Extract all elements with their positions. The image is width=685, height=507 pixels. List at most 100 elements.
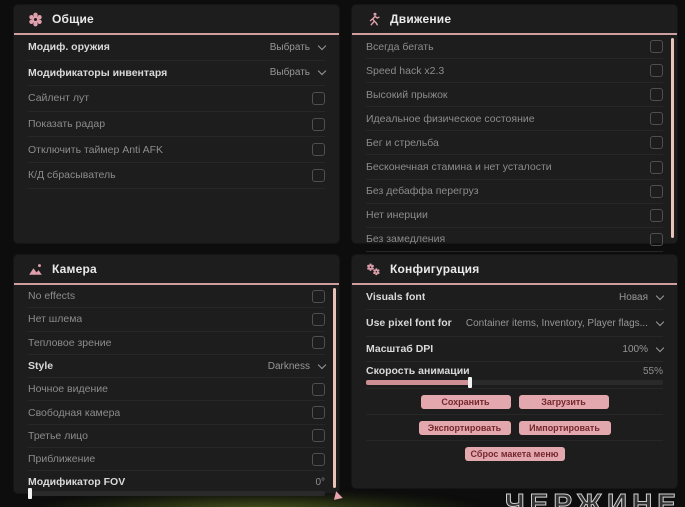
no-slowdown-checkbox[interactable] xyxy=(650,232,663,246)
free-camera-checkbox[interactable] xyxy=(312,406,325,420)
speed-hack-checkbox[interactable] xyxy=(650,64,663,78)
row-label: Всегда бегать xyxy=(366,40,434,53)
thermal-vision-checkbox[interactable] xyxy=(312,336,325,350)
row-no-inertia: Нет инерции xyxy=(366,204,663,228)
chevron-down-icon xyxy=(655,291,665,300)
row-label: Показать радар xyxy=(28,118,106,131)
export-button[interactable]: Экспортировать xyxy=(418,420,511,435)
panel-title: Камера xyxy=(52,262,97,276)
panel-title: Конфигурация xyxy=(390,262,480,276)
dropdown-value: Новая xyxy=(619,291,648,303)
anti-afk-timer-checkbox[interactable] xyxy=(312,143,325,157)
row-no-helmet: Нет шлема xyxy=(28,308,325,332)
row-free-camera: Свободная камера xyxy=(28,401,325,425)
row-no-overload-debuff: Без дебаффа перегруз xyxy=(366,180,663,204)
import-button[interactable]: Импортировать xyxy=(518,420,611,435)
row-silent-loot: Сайлент лут xyxy=(28,86,325,112)
row-run-and-gun: Бег и стрельба xyxy=(366,131,663,156)
row-label: Без дебаффа перегруз xyxy=(366,185,479,198)
panel-general-header[interactable]: Общие xyxy=(14,5,339,35)
row-thermal-vision: Тепловое зрение xyxy=(28,332,325,355)
button-row-reset: Сброс макета меню xyxy=(366,441,663,466)
animation-speed-slider-handle[interactable] xyxy=(467,377,472,388)
show-radar-checkbox[interactable] xyxy=(312,117,325,131)
kd-resetter-checkbox[interactable] xyxy=(312,168,325,182)
infinite-stamina-checkbox[interactable] xyxy=(650,160,663,174)
panel-general: Общие Модиф. оружия Выбрать Модификаторы… xyxy=(14,5,339,243)
row-style: Style Darkness xyxy=(28,355,327,379)
high-jump-checkbox[interactable] xyxy=(650,88,663,102)
row-label: Приближение xyxy=(28,453,96,466)
style-dropdown[interactable]: Darkness xyxy=(267,360,327,372)
row-high-jump: Высокий прыжок xyxy=(366,83,663,108)
row-label: Speed hack x2.3 xyxy=(366,64,445,77)
pixel-font-for-dropdown[interactable]: Container items, Inventory, Player flags… xyxy=(465,317,665,329)
animation-speed-slider[interactable] xyxy=(366,377,663,388)
camera-scrollbar[interactable] xyxy=(333,288,336,488)
row-no-slowdown: Без замедления xyxy=(366,228,663,252)
panel-movement-header[interactable]: Движение xyxy=(352,5,677,35)
silent-loot-checkbox[interactable] xyxy=(312,91,325,105)
row-weapon-mod: Модиф. оружия Выбрать xyxy=(28,35,327,61)
row-label: Идеальное физическое состояние xyxy=(366,112,535,125)
row-label: Скорость анимации xyxy=(366,365,470,377)
panel-title: Общие xyxy=(52,12,94,26)
no-effects-checkbox[interactable] xyxy=(312,289,325,303)
chevron-down-icon xyxy=(317,41,327,51)
row-no-effects: No effects xyxy=(28,285,325,309)
dropdown-value: Container items, Inventory, Player flags… xyxy=(465,317,648,329)
row-label: Ночное видение xyxy=(28,383,108,396)
row-infinite-stamina: Бесконечная стамина и нет усталости xyxy=(366,155,663,180)
animation-speed-value: 55% xyxy=(642,365,663,377)
row-zoom: Приближение xyxy=(28,448,325,472)
panel-config-header[interactable]: Конфигурация xyxy=(352,255,677,285)
run-and-gun-checkbox[interactable] xyxy=(650,136,663,150)
row-fov-modifier: Модификатор FOV 0° xyxy=(28,471,325,501)
night-vision-checkbox[interactable] xyxy=(312,382,325,396)
row-label: Visuals font xyxy=(366,291,426,303)
button-row-export-import: Экспортировать Импортировать xyxy=(366,415,663,441)
always-run-checkbox[interactable] xyxy=(650,40,663,54)
dropdown-value: Darkness xyxy=(267,360,310,372)
chevron-down-icon xyxy=(655,317,665,326)
inventory-mods-dropdown[interactable]: Выбрать xyxy=(269,67,327,79)
zoom-checkbox[interactable] xyxy=(312,452,325,466)
button-row-save-load: Сохранить Загрузить xyxy=(366,389,663,415)
fov-value: 0° xyxy=(315,476,325,488)
panel-camera-header[interactable]: Камера xyxy=(14,255,339,285)
dpi-scale-dropdown[interactable]: 100% xyxy=(622,343,665,355)
row-label: Без замедления xyxy=(366,233,446,246)
row-label: Style xyxy=(28,360,54,373)
no-inertia-checkbox[interactable] xyxy=(650,208,663,222)
third-person-checkbox[interactable] xyxy=(312,429,325,443)
row-label: Модиф. оружия xyxy=(28,41,110,54)
image-icon xyxy=(28,262,43,277)
row-pixel-font-for: Use pixel font for Container items, Inve… xyxy=(366,310,665,337)
weapon-mod-dropdown[interactable]: Выбрать xyxy=(270,41,327,53)
no-overload-debuff-checkbox[interactable] xyxy=(650,184,663,198)
animation-speed-slider-fill xyxy=(366,380,470,385)
row-label: Третье лицо xyxy=(28,429,88,442)
row-always-run: Всегда бегать xyxy=(366,35,663,60)
row-label: Use pixel font for xyxy=(366,317,452,329)
row-label: Модификатор FOV xyxy=(28,476,126,489)
row-visuals-font: Visuals font Новая xyxy=(366,285,665,310)
load-button[interactable]: Загрузить xyxy=(518,394,609,409)
row-animation-speed: Скорость анимации 55% xyxy=(366,362,663,389)
panel-config: Конфигурация Visuals font Новая Use pixe… xyxy=(352,255,677,488)
save-button[interactable]: Сохранить xyxy=(420,394,511,409)
row-label: Отключить таймер Anti AFK xyxy=(28,143,164,156)
fov-slider[interactable] xyxy=(28,488,325,500)
chevron-down-icon xyxy=(317,360,327,369)
panel-title: Движение xyxy=(390,12,452,26)
row-night-vision: Ночное видение xyxy=(28,378,325,402)
perfect-condition-checkbox[interactable] xyxy=(650,112,663,126)
movement-scrollbar[interactable] xyxy=(671,38,674,238)
no-helmet-checkbox[interactable] xyxy=(312,312,325,326)
row-speed-hack: Speed hack x2.3 xyxy=(366,59,663,84)
dropdown-value: Выбрать xyxy=(269,67,310,79)
row-inventory-mods: Модификаторы инвентаря Выбрать xyxy=(28,61,327,87)
fov-slider-handle[interactable] xyxy=(28,488,32,500)
reset-menu-layout-button[interactable]: Сброс макета меню xyxy=(464,446,565,461)
visuals-font-dropdown[interactable]: Новая xyxy=(619,291,665,303)
